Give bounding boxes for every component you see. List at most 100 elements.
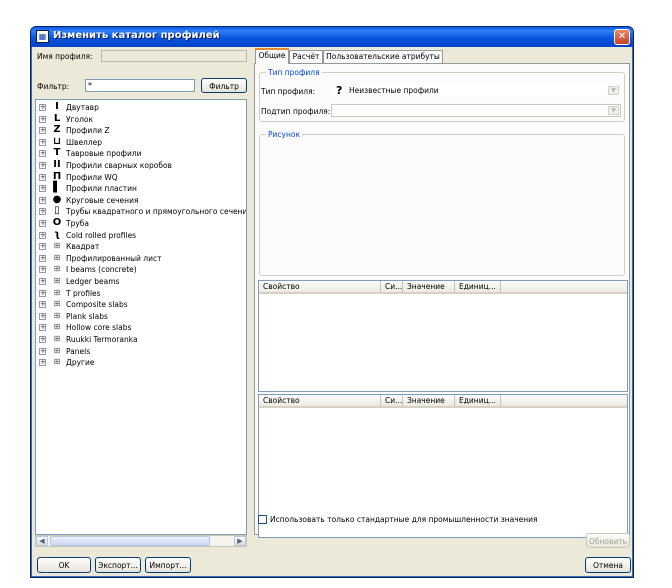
tree-item-label: Профили Z	[66, 126, 110, 136]
filter-button[interactable]: Фильтр	[201, 78, 247, 93]
tree-item-label: Panels	[66, 346, 91, 356]
tree-item[interactable]: + ⊞ Hollow core slabs	[36, 322, 246, 333]
tab-user-attributes[interactable]: Пользовательские атрибуты	[323, 50, 443, 63]
expand-icon[interactable]: +	[39, 278, 46, 285]
tree-item[interactable]: + Z Профили Z	[36, 125, 246, 136]
expand-icon[interactable]: +	[39, 220, 46, 227]
tree-item[interactable]: + II Профили сварных коробов	[36, 160, 246, 171]
tree-item[interactable]: + ⊞ Ruukki Termoranka	[36, 334, 246, 345]
grid-header: Свойство Си... Значение Единиц...	[259, 281, 627, 294]
tree-item[interactable]: + ⊞ Профилированный лист	[36, 252, 246, 264]
tree-item[interactable]: + L Уголок	[36, 113, 246, 125]
expand-icon[interactable]: +	[39, 173, 46, 181]
export-button[interactable]: Экспорт...	[95, 557, 141, 573]
tree-item-label: Уголок	[66, 114, 94, 124]
tree-item[interactable]: + ⊞ Composite slabs	[36, 299, 246, 310]
expand-icon[interactable]: +	[39, 138, 46, 146]
tree-item-label: Cold rolled profiles	[66, 230, 137, 240]
expand-icon[interactable]: +	[39, 196, 46, 204]
subtype-combo[interactable]: ▼	[331, 104, 621, 117]
tree-item-label: Composite slabs	[66, 300, 128, 310]
tree-item[interactable]: + O Труба	[36, 218, 246, 229]
expand-icon[interactable]: +	[39, 243, 46, 251]
tree-item[interactable]: + ● Круговые сечения	[36, 194, 246, 206]
tree-item[interactable]: + ⊞ Plank slabs	[36, 311, 246, 322]
expand-icon[interactable]: +	[39, 127, 46, 135]
expand-icon[interactable]: +	[39, 150, 46, 158]
expand-icon[interactable]: +	[39, 104, 46, 111]
tree-item[interactable]: + ⊞ I beams (concrete)	[36, 264, 246, 275]
expand-icon[interactable]: +	[39, 115, 46, 123]
title-bar[interactable]: ▦ Изменить каталог профилей ✕	[31, 27, 633, 47]
plate-icon: ▌	[53, 182, 61, 194]
col-symbol[interactable]: Си...	[381, 281, 403, 292]
expand-icon[interactable]: +	[39, 231, 46, 239]
picture-group-title: Рисунок	[266, 130, 302, 139]
expand-icon[interactable]: +	[39, 162, 46, 169]
tree-item[interactable]: + ⊞ Квадрат	[36, 241, 246, 252]
close-button[interactable]: ✕	[614, 29, 630, 45]
channel-icon: ⊔	[53, 135, 61, 147]
tree-item[interactable]: + ▯ Трубы квадратного и прямоугольного сеч…	[36, 205, 246, 217]
expand-icon[interactable]: +	[39, 301, 46, 309]
tree-item[interactable]: + T Тавровые профили	[36, 147, 246, 159]
filter-input[interactable]: *	[85, 79, 195, 92]
expand-icon[interactable]: +	[39, 266, 46, 274]
chevron-down-icon[interactable]: ▼	[608, 106, 619, 115]
profile-name-field[interactable]	[101, 50, 247, 62]
ok-button[interactable]: OK	[37, 557, 91, 573]
expand-icon[interactable]: +	[39, 208, 46, 216]
tee-icon: T	[53, 147, 61, 159]
scroll-right-icon[interactable]: ▶	[234, 536, 246, 546]
tab-analysis[interactable]: Расчёт	[289, 50, 323, 63]
tree-item-label: Квадрат	[66, 242, 100, 252]
scroll-left-icon[interactable]: ◀	[36, 536, 48, 546]
properties-grid-upper[interactable]: Свойство Си... Значение Единиц...	[258, 280, 628, 392]
cancel-button[interactable]: Отмена	[585, 557, 631, 573]
profile-type-value: Неизвестные профили	[349, 86, 439, 95]
tree-item[interactable]: + ⊞ Ledger beams	[36, 276, 246, 287]
profile-catalog-dialog: ▦ Изменить каталог профилей ✕ Имя профил…	[30, 26, 634, 578]
tree-item[interactable]: + ⊞ Другие	[36, 357, 246, 368]
expand-icon[interactable]: +	[39, 347, 46, 355]
col-property[interactable]: Свойство	[259, 395, 381, 406]
tree-item-label: Труба	[66, 219, 90, 228]
profile-tree[interactable]: + I Двутавр + L Уголок + Z Профили Z + ⊔ Швеллер + T Т…	[35, 99, 247, 535]
expand-icon[interactable]: +	[39, 324, 46, 332]
col-value[interactable]: Значение	[403, 395, 455, 406]
col-symbol[interactable]: Си...	[381, 395, 403, 406]
import-button[interactable]: Импорт...	[145, 557, 191, 573]
tree-item[interactable]: + Π Профили WQ	[36, 171, 246, 183]
expand-icon[interactable]: +	[39, 185, 46, 193]
col-value[interactable]: Значение	[403, 281, 455, 292]
col-unit[interactable]: Единиц...	[455, 395, 501, 406]
tree-item[interactable]: + ⊞ T profiles	[36, 288, 246, 299]
col-unit[interactable]: Единиц...	[455, 281, 501, 292]
tree-item[interactable]: + ʅ Cold rolled profiles	[36, 229, 246, 241]
tree-item-label: Другие	[66, 358, 95, 368]
rect-tube-icon: ▯	[54, 205, 60, 217]
parametric-icon: ⊞	[53, 252, 61, 262]
col-property[interactable]: Свойство	[259, 281, 381, 292]
profile-type-combo[interactable]: ? Неизвестные профили ▼	[331, 84, 621, 97]
tree-item[interactable]: + I Двутавр	[36, 102, 246, 113]
parametric-icon: ⊞	[53, 276, 61, 285]
tree-item[interactable]: + ⊞ Panels	[36, 346, 246, 357]
tree-horizontal-scrollbar[interactable]: ◀ ▶	[35, 535, 247, 547]
scroll-thumb[interactable]	[50, 536, 210, 546]
tree-item[interactable]: + ▌ Профили пластин	[36, 182, 246, 194]
expand-icon[interactable]: +	[39, 359, 46, 367]
expand-icon[interactable]: +	[39, 289, 46, 297]
tab-general[interactable]: Общие	[255, 48, 289, 64]
chevron-down-icon[interactable]: ▼	[608, 86, 619, 95]
tree-item-label: Hollow core slabs	[66, 323, 132, 333]
parametric-icon: ⊞	[53, 322, 61, 332]
update-button[interactable]: Обновить	[586, 533, 630, 548]
tree-item-label: Plank slabs	[66, 311, 108, 321]
std-values-checkbox[interactable]	[258, 515, 267, 524]
expand-icon[interactable]: +	[39, 336, 46, 343]
expand-icon[interactable]: +	[39, 312, 46, 320]
tree-item[interactable]: + ⊔ Швеллер	[36, 135, 246, 148]
profile-name-label: Имя профиля:	[37, 52, 93, 61]
expand-icon[interactable]: +	[39, 254, 46, 262]
